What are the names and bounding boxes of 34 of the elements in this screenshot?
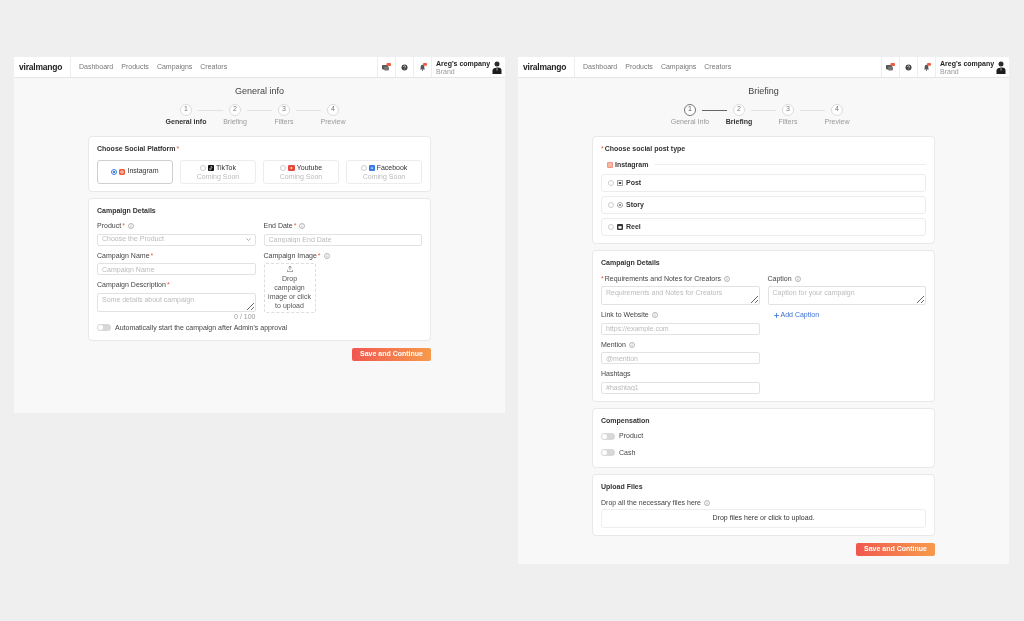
tiktok-icon [208, 165, 214, 171]
circle-plus-icon [617, 202, 623, 208]
toggle-switch[interactable] [97, 324, 111, 332]
page-title: Briefing [747, 85, 780, 98]
video-play-icon [287, 165, 295, 171]
radio-button[interactable] [608, 202, 614, 208]
facebook-icon [368, 165, 375, 171]
radio-button[interactable] [111, 168, 118, 175]
avatar-icon[interactable] [492, 60, 503, 74]
radio-button[interactable] [608, 224, 614, 230]
avatar-icon[interactable] [996, 60, 1007, 74]
help-icon[interactable] [905, 63, 912, 71]
bell-icon[interactable] [418, 63, 427, 71]
bell-icon[interactable] [922, 63, 931, 71]
chat-icon[interactable] [886, 63, 895, 71]
help-icon[interactable] [401, 63, 408, 71]
radio-button[interactable] [279, 165, 286, 171]
chat-icon[interactable] [382, 63, 391, 71]
instagram-icon [119, 168, 126, 175]
instagram-icon [607, 161, 613, 168]
plus-icon [773, 312, 779, 318]
logo[interactable]: viralmango [19, 60, 63, 74]
upload-icon [286, 265, 293, 272]
image-frame-icon [617, 180, 623, 186]
info-icon [704, 499, 710, 506]
logo[interactable]: viralmango [523, 60, 567, 74]
radio-button[interactable] [200, 165, 206, 171]
page-title: General info [234, 85, 285, 98]
film-icon [617, 224, 623, 230]
radio-button[interactable] [360, 165, 367, 171]
radio-button[interactable] [608, 180, 614, 186]
toggle-switch[interactable] [601, 449, 615, 457]
chevron-down-icon [245, 238, 251, 241]
toggle-switch[interactable] [601, 432, 615, 440]
